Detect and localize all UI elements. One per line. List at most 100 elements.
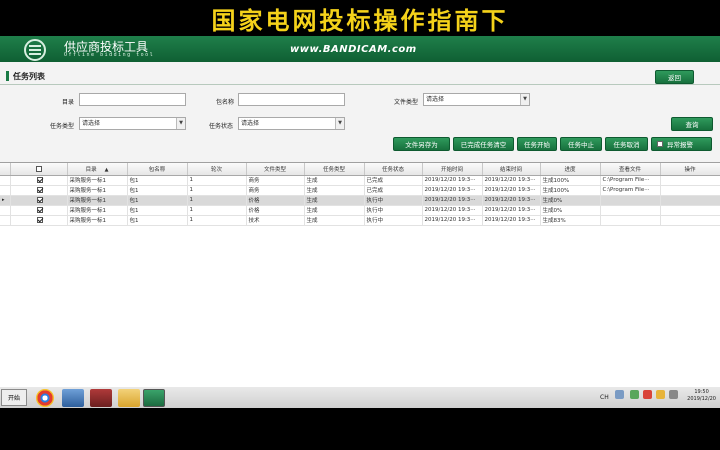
cell-progress: 生成100% — [540, 185, 601, 196]
col-round[interactable]: 轮次 — [187, 163, 247, 176]
col-start-time[interactable]: 开始时间 — [422, 163, 483, 176]
clock-date: 2019/12/20 — [687, 396, 716, 402]
table-row[interactable]: 采购服务一标1 包1 1 商务 生成 已完成 2019/12/20 19:3··· 2019/… — [0, 185, 720, 196]
empty-cell — [0, 255, 720, 265]
col-status[interactable]: 任务状态 — [364, 163, 423, 176]
checkbox-icon[interactable] — [36, 186, 43, 193]
empty-row — [0, 315, 720, 325]
cell-end: 2019/12/20 19:3··· — [482, 215, 541, 226]
row-indicator: ▸ — [0, 195, 11, 206]
cell-start: 2019/12/20 19:3··· — [422, 195, 483, 206]
cell-package: 包1 — [127, 215, 188, 226]
row-select-cell[interactable] — [10, 175, 68, 186]
task-type-select[interactable]: 请选择 ▼ — [79, 117, 186, 130]
package-label: 包名称 — [216, 99, 235, 106]
alarm-toggle[interactable]: 异常报警 — [651, 137, 712, 151]
page-title: 任务列表 — [13, 72, 45, 81]
cell-action[interactable] — [660, 185, 720, 196]
task-pause-button[interactable]: 任务中止 — [560, 137, 602, 151]
app-tray-icon[interactable] — [656, 390, 665, 399]
cell-task-type: 生成 — [304, 195, 365, 206]
archive-app-icon[interactable] — [90, 389, 112, 407]
checkbox-icon[interactable] — [36, 216, 43, 223]
file-type-value: 请选择 — [426, 96, 445, 103]
app-subtitle: Offline bidding tool — [64, 52, 155, 58]
table-header-row: 目录 ▲ 包名称 轮次 文件类型 任务类型 任务状态 开始时间 结束时间 进度 查… — [0, 163, 720, 176]
cell-action[interactable] — [660, 215, 720, 226]
cell-package: 包1 — [127, 185, 188, 196]
package-input[interactable] — [238, 93, 345, 106]
empty-row — [0, 275, 720, 285]
task-cancel-button[interactable]: 任务取消 — [605, 137, 648, 151]
row-select-cell[interactable] — [10, 195, 68, 206]
col-end-time[interactable]: 结束时间 — [482, 163, 541, 176]
chevron-down-icon: ▼ — [176, 118, 185, 129]
cell-action[interactable] — [660, 195, 720, 206]
shield-icon[interactable] — [643, 390, 652, 399]
task-status-label: 任务状态 — [209, 123, 234, 130]
query-button[interactable]: 查询 — [671, 117, 713, 131]
catalog-input[interactable] — [79, 93, 186, 106]
cell-status: 已完成 — [364, 175, 423, 186]
col-task-type[interactable]: 任务类型 — [304, 163, 365, 176]
save-as-button[interactable]: 文件另存为 — [393, 137, 450, 151]
task-table: 目录 ▲ 包名称 轮次 文件类型 任务类型 任务状态 开始时间 结束时间 进度 查… — [0, 163, 720, 345]
recording-watermark: www.BANDICAM.com — [290, 44, 417, 55]
back-button[interactable]: 返回 — [655, 70, 694, 84]
cell-file: C:\Program File··· — [600, 185, 661, 196]
select-all-header[interactable] — [10, 163, 68, 176]
cell-progress: 生成100% — [540, 175, 601, 186]
clock-time: 19:50 — [694, 389, 709, 395]
col-catalog[interactable]: 目录 ▲ — [67, 163, 128, 176]
empty-cell — [0, 315, 720, 325]
system-clock[interactable]: 19:50 2019/12/20 — [687, 389, 716, 403]
chevron-down-icon: ▼ — [520, 94, 529, 105]
col-progress[interactable]: 进度 — [540, 163, 601, 176]
empty-row — [0, 335, 720, 345]
table-row[interactable]: 采购服务一标1 包1 1 价格 生成 执行中 2019/12/20 19:3··· 2019/… — [0, 205, 720, 216]
cell-round: 1 — [187, 195, 247, 206]
start-button[interactable]: 开始 — [1, 389, 27, 406]
app-window: 供应商投标工具 Offline bidding tool www.BANDICA… — [0, 36, 720, 386]
checkbox-icon[interactable] — [35, 165, 42, 172]
cell-round: 1 — [187, 205, 247, 216]
empty-cell — [0, 235, 720, 245]
task-start-button[interactable]: 任务开始 — [517, 137, 557, 151]
security-icon[interactable] — [630, 390, 639, 399]
cell-file-type: 技术 — [246, 215, 305, 226]
chrome-icon[interactable] — [36, 389, 54, 407]
table-row[interactable]: ▸ 采购服务一标1 包1 1 价格 生成 执行中 2019/12/20 19:3··· 2019… — [0, 195, 720, 206]
col-file-type[interactable]: 文件类型 — [246, 163, 305, 176]
col-package[interactable]: 包名称 — [127, 163, 188, 176]
checkbox-icon — [657, 141, 663, 147]
empty-row — [0, 225, 720, 235]
database-app-icon[interactable] — [62, 389, 84, 407]
task-status-select[interactable]: 请选择 ▼ — [238, 117, 345, 130]
table-row[interactable]: 采购服务一标1 包1 1 商务 生成 已完成 2019/12/20 19:3··· 2019/… — [0, 175, 720, 186]
folder-icon[interactable] — [118, 389, 140, 407]
file-type-select[interactable]: 请选择 ▼ — [423, 93, 530, 106]
checkbox-icon[interactable] — [36, 176, 43, 183]
bidding-tool-taskbar-icon[interactable] — [143, 389, 165, 407]
cell-action[interactable] — [660, 175, 720, 186]
row-select-cell[interactable] — [10, 215, 68, 226]
network-icon[interactable] — [615, 390, 624, 399]
task-type-value: 请选择 — [82, 120, 101, 127]
empty-row — [0, 285, 720, 295]
cell-task-type: 生成 — [304, 175, 365, 186]
row-select-cell[interactable] — [10, 205, 68, 216]
cell-end: 2019/12/20 19:3··· — [482, 205, 541, 216]
col-action[interactable]: 操作 — [660, 163, 720, 176]
clear-done-button[interactable]: 已完成任务清空 — [453, 137, 514, 151]
ime-indicator[interactable]: CH — [600, 394, 609, 401]
caption-text: 国家电网投标操作指南下 — [211, 6, 509, 35]
checkbox-icon[interactable] — [36, 196, 43, 203]
table-row[interactable]: 采购服务一标1 包1 1 技术 生成 执行中 2019/12/20 19:3··· 2019/… — [0, 215, 720, 226]
row-select-cell[interactable] — [10, 185, 68, 196]
chevron-down-icon: ▼ — [335, 118, 344, 129]
task-status-value: 请选择 — [241, 120, 260, 127]
volume-icon[interactable] — [669, 390, 678, 399]
cell-action[interactable] — [660, 205, 720, 216]
col-view-file[interactable]: 查看文件 — [600, 163, 661, 176]
checkbox-icon[interactable] — [36, 206, 43, 213]
